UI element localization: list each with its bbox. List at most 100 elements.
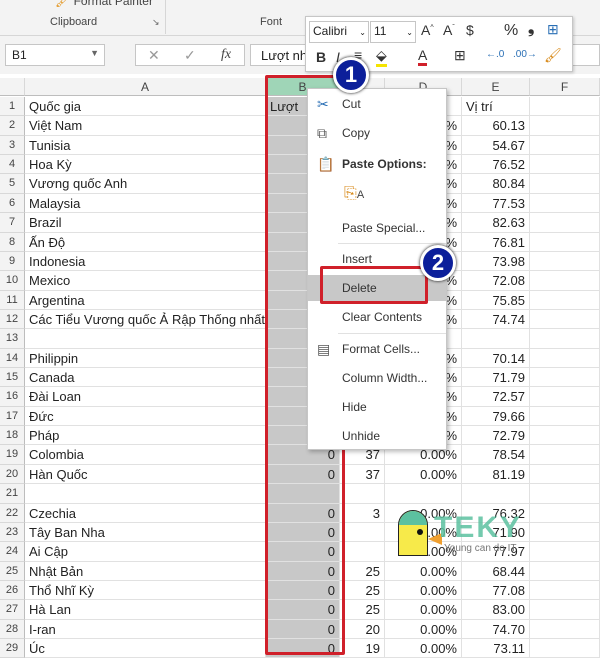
cell-a2[interactable]: Việt Nam (25, 116, 266, 136)
cell-a27[interactable]: Hà Lan (25, 600, 266, 620)
cell-a1[interactable]: Quốc gia (25, 97, 266, 117)
cell-e28[interactable]: 74.70 (462, 619, 530, 640)
currency-button[interactable]: $ (466, 22, 474, 38)
cell-a28[interactable]: I-ran (25, 619, 266, 640)
dialog-launcher-icon[interactable]: ↘ (152, 17, 160, 28)
paste-keep-text-icon[interactable]: ⎘A (344, 185, 364, 203)
cell-e3[interactable]: 54.67 (462, 135, 530, 156)
row-header[interactable]: 11 (0, 290, 25, 310)
row-header[interactable]: 1 (0, 97, 25, 117)
cell-a3[interactable]: Tunisia (25, 135, 266, 156)
row-header[interactable]: 3 (0, 135, 25, 156)
cell-a15[interactable]: Canada (25, 368, 266, 388)
cell-f25[interactable] (530, 561, 600, 581)
cell-e21[interactable] (462, 484, 530, 504)
cell-d28[interactable]: 0.00% (385, 619, 462, 640)
row-header[interactable]: 16 (0, 387, 25, 407)
cell-f17[interactable] (530, 406, 600, 427)
row-header[interactable]: 25 (0, 561, 25, 581)
cell-f12[interactable] (530, 309, 600, 330)
cell-a19[interactable]: Colombia (25, 445, 266, 465)
cell-a6[interactable]: Malaysia (25, 193, 266, 214)
cell-f5[interactable] (530, 174, 600, 194)
cell-d21[interactable] (385, 484, 462, 504)
row-header[interactable]: 24 (0, 542, 25, 562)
cell-f28[interactable] (530, 619, 600, 640)
cell-f24[interactable] (530, 542, 600, 562)
cell-d29[interactable]: 0.00% (385, 639, 462, 658)
cell-f6[interactable] (530, 193, 600, 214)
cell-a25[interactable]: Nhật Bản (25, 561, 266, 581)
cell-e26[interactable]: 77.08 (462, 581, 530, 601)
cell-f18[interactable] (530, 426, 600, 446)
cell-a5[interactable]: Vương quốc Anh (25, 174, 266, 194)
column-header-a[interactable]: A (25, 78, 266, 96)
format-painter-button[interactable]: 🖌 Format Painter (55, 0, 153, 8)
menu-item-format-cells[interactable]: ▤ Format Cells... (308, 336, 446, 362)
name-box[interactable]: B1 ▼ (5, 44, 105, 66)
row-header[interactable]: 29 (0, 639, 25, 658)
cell-f26[interactable] (530, 581, 600, 601)
row-header[interactable]: 8 (0, 232, 25, 252)
cell-f4[interactable] (530, 155, 600, 175)
cell-c29[interactable]: 19 (340, 639, 385, 658)
cell-e20[interactable]: 81.19 (462, 464, 530, 485)
increase-decimal-icon[interactable]: ←.0 (486, 49, 504, 60)
cell-e16[interactable]: 72.57 (462, 387, 530, 407)
menu-item-copy[interactable]: ⧉ Copy (308, 120, 446, 146)
cell-f8[interactable] (530, 232, 600, 252)
cell-c28[interactable]: 20 (340, 619, 385, 640)
cell-a16[interactable]: Đài Loan (25, 387, 266, 407)
select-all-corner[interactable] (0, 78, 25, 96)
decrease-font-icon[interactable]: Aˇ (443, 22, 455, 38)
row-header[interactable]: 20 (0, 464, 25, 485)
cell-e4[interactable]: 76.52 (462, 155, 530, 175)
cell-f3[interactable] (530, 135, 600, 156)
decrease-decimal-icon[interactable]: .00→ (513, 49, 537, 60)
row-header[interactable]: 19 (0, 445, 25, 465)
cell-a24[interactable]: Ai Cập (25, 542, 266, 562)
cell-c20[interactable]: 37 (340, 464, 385, 485)
cell-f16[interactable] (530, 387, 600, 407)
row-header[interactable]: 13 (0, 329, 25, 349)
cell-f1[interactable] (530, 97, 600, 117)
cell-f23[interactable] (530, 522, 600, 543)
row-header[interactable]: 18 (0, 426, 25, 446)
cell-e10[interactable]: 72.08 (462, 271, 530, 291)
cell-e11[interactable]: 75.85 (462, 290, 530, 310)
cell-e13[interactable] (462, 329, 530, 349)
cell-a10[interactable]: Mexico (25, 271, 266, 291)
font-color-icon[interactable]: A (418, 47, 428, 66)
cell-a4[interactable]: Hoa Kỳ (25, 155, 266, 175)
cell-e2[interactable]: 60.13 (462, 116, 530, 136)
cell-a20[interactable]: Hàn Quốc (25, 464, 266, 485)
cell-a21[interactable] (25, 484, 266, 504)
cell-c21[interactable] (340, 484, 385, 504)
row-header[interactable]: 17 (0, 406, 25, 427)
cell-d27[interactable]: 0.00% (385, 600, 462, 620)
cell-e27[interactable]: 83.00 (462, 600, 530, 620)
cell-e18[interactable]: 72.79 (462, 426, 530, 446)
row-header[interactable]: 5 (0, 174, 25, 194)
row-header[interactable]: 7 (0, 213, 25, 233)
row-header[interactable]: 6 (0, 193, 25, 214)
cell-c23[interactable] (340, 522, 385, 543)
row-header[interactable]: 4 (0, 155, 25, 175)
function-icon[interactable]: fx (221, 47, 231, 63)
cell-a9[interactable]: Indonesia (25, 251, 266, 272)
cell-a11[interactable]: Argentina (25, 290, 266, 310)
row-header[interactable]: 2 (0, 116, 25, 136)
cell-e1[interactable]: Vị trí (462, 97, 530, 117)
cell-e5[interactable]: 80.84 (462, 174, 530, 194)
cell-d20[interactable]: 0.00% (385, 464, 462, 485)
check-icon[interactable]: ✓ (184, 47, 196, 64)
menu-item-unhide[interactable]: Unhide (308, 423, 446, 449)
cell-f19[interactable] (530, 445, 600, 465)
row-header[interactable]: 28 (0, 619, 25, 640)
cell-a17[interactable]: Đức (25, 406, 266, 427)
menu-item-hide[interactable]: Hide (308, 394, 446, 420)
menu-item-clear-contents[interactable]: Clear Contents (308, 304, 446, 330)
menu-item-cut[interactable]: ✂ Cut (308, 91, 446, 117)
wrap-text-icon[interactable]: ⊞ (547, 21, 559, 38)
cell-f13[interactable] (530, 329, 600, 349)
